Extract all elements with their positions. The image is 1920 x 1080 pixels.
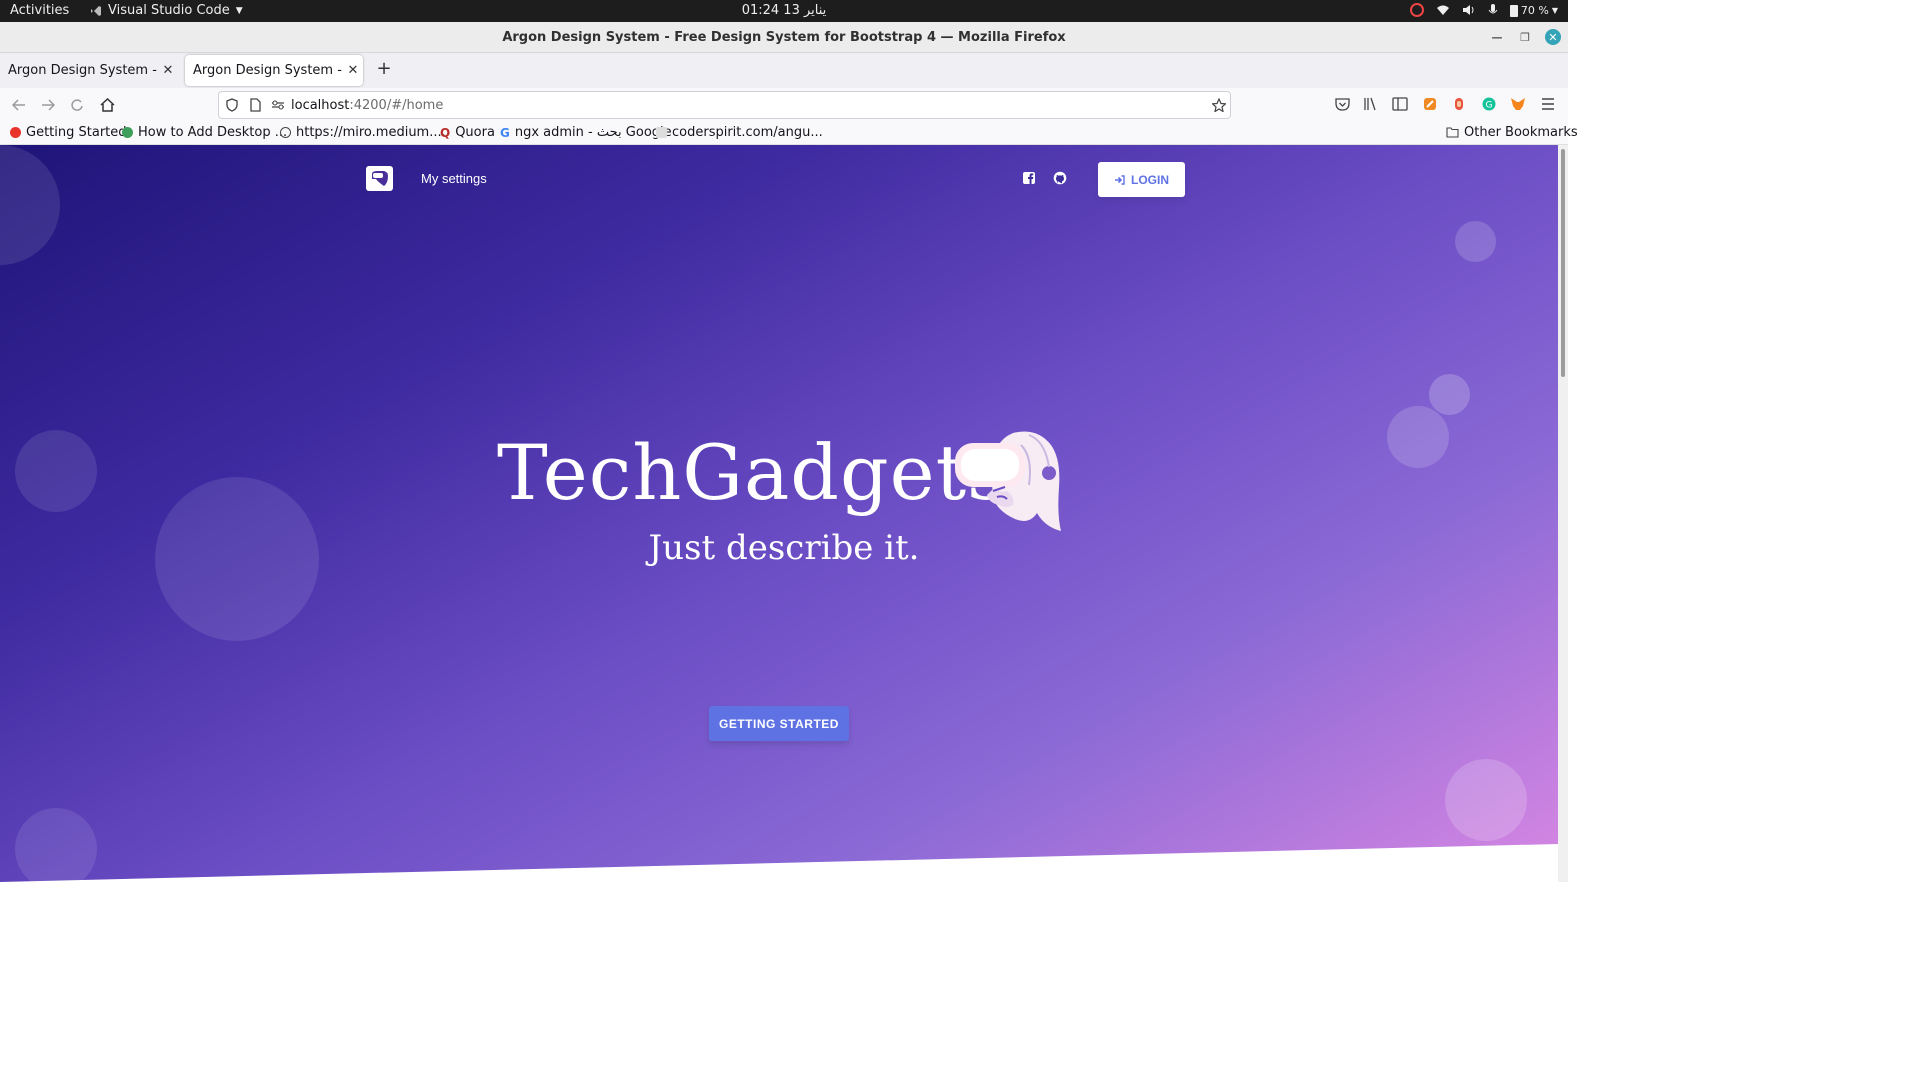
sidebar-icon[interactable]: [1391, 95, 1409, 113]
vr-mascot-logo-icon: [372, 171, 388, 186]
extension-red-icon[interactable]: [1450, 95, 1468, 113]
new-tab-icon[interactable]: +: [375, 58, 393, 82]
page-scrollbar[interactable]: [1558, 145, 1568, 882]
scrollbar-thumb[interactable]: [1561, 149, 1565, 377]
svg-text:G: G: [1486, 101, 1493, 111]
firefox-icon: [10, 127, 21, 138]
clock[interactable]: 01:24 13 يناير: [0, 3, 1568, 18]
grammarly-icon[interactable]: G: [1480, 95, 1498, 113]
extension-orange-icon[interactable]: [1421, 95, 1439, 113]
microphone-icon: [1488, 3, 1498, 13]
url-text[interactable]: localhost:4200/#/home: [291, 98, 443, 113]
decorative-circle: [1455, 221, 1496, 262]
back-icon[interactable]: [8, 94, 30, 116]
hero-tagline: Just describe it.: [648, 528, 920, 568]
decorative-circle: [15, 808, 97, 882]
tab-argon-2[interactable]: Argon Design System - Free D ✕: [185, 55, 363, 86]
google-icon: G: [500, 125, 510, 140]
permissions-icon[interactable]: [271, 98, 285, 112]
vr-headset-mascot-icon: [955, 431, 1061, 531]
system-tray[interactable]: 70 % ▼: [1409, 3, 1558, 17]
site-favicon-icon: [122, 127, 133, 138]
navigation-toolbar: localhost:4200/#/home G: [0, 88, 1568, 122]
tab-argon-1[interactable]: Argon Design System - Free D ✕: [0, 55, 178, 86]
bookmark-getting-started[interactable]: Getting Started: [10, 125, 127, 140]
bookmark-quora[interactable]: Q Quora: [440, 125, 495, 140]
decorative-circle: [1445, 759, 1527, 841]
wifi-icon: [1436, 5, 1449, 15]
sign-in-icon: [1115, 174, 1125, 185]
site-favicon-icon: [656, 127, 667, 138]
bookmark-how-to-add-desktop[interactable]: How to Add Desktop ...: [122, 125, 287, 140]
tab-label: Argon Design System - Free D: [193, 63, 343, 78]
window-title-bar: Argon Design System - Free Design System…: [0, 22, 1568, 53]
close-tab-icon[interactable]: ✕: [158, 63, 178, 78]
pocket-icon[interactable]: [1333, 95, 1351, 113]
bookmarks-toolbar: Getting Started How to Add Desktop ... h…: [0, 122, 1578, 145]
restore-icon[interactable]: ❐: [1517, 29, 1533, 45]
decorative-circle: [0, 145, 60, 265]
close-tab-icon[interactable]: ✕: [343, 63, 363, 78]
decorative-circle: [1387, 406, 1449, 468]
bookmark-ngx-admin[interactable]: G ngx admin - بحث Google: [500, 125, 672, 140]
decorative-circle: [15, 430, 97, 512]
bookmark-coderspirit[interactable]: coderspirit.com/angu...: [656, 125, 823, 140]
shield-icon[interactable]: [225, 98, 239, 112]
battery-level: 70 %: [1520, 3, 1549, 17]
page-icon[interactable]: [248, 98, 262, 112]
nav-my-settings[interactable]: My settings: [421, 171, 487, 186]
metamask-icon[interactable]: [1509, 95, 1527, 113]
decorative-circle: [1429, 374, 1470, 415]
getting-started-button[interactable]: GETTING STARTED: [709, 706, 849, 741]
library-icon[interactable]: [1362, 95, 1380, 113]
login-button[interactable]: LOGIN: [1098, 162, 1185, 197]
quora-icon: Q: [440, 125, 451, 140]
facebook-icon[interactable]: [1022, 171, 1036, 185]
bookmark-miro-medium[interactable]: https://miro.medium....: [280, 125, 446, 140]
address-bar[interactable]: localhost:4200/#/home: [218, 91, 1231, 119]
page-hero: My settings LOGIN TechGadgets Just descr…: [0, 145, 1558, 882]
bookmark-star-icon[interactable]: [1212, 98, 1226, 112]
window-title: Argon Design System - Free Design System…: [502, 30, 1066, 45]
tab-strip: Argon Design System - Free D ✕ Argon Des…: [0, 53, 1568, 88]
chevron-down-icon: ▼: [1551, 5, 1558, 15]
section-divider: [0, 844, 1558, 882]
minimize-icon[interactable]: —: [1489, 29, 1505, 45]
reload-icon[interactable]: [66, 94, 88, 116]
brand-title: TechGadgets: [497, 428, 1008, 517]
folder-icon: [1446, 127, 1459, 138]
battery-icon: [1509, 4, 1518, 17]
globe-icon: [280, 127, 291, 138]
system-top-bar: Activities Visual Studio Code ▼ 01:24 13…: [0, 0, 1568, 22]
sync-icon: [1409, 3, 1424, 17]
forward-icon[interactable]: [37, 94, 59, 116]
site-logo[interactable]: [366, 166, 393, 191]
other-bookmarks[interactable]: Other Bookmarks: [1446, 125, 1578, 140]
github-icon[interactable]: [1053, 171, 1067, 185]
close-window-icon[interactable]: ✕: [1545, 29, 1561, 45]
menu-icon[interactable]: [1539, 95, 1557, 113]
home-icon[interactable]: [96, 94, 118, 116]
login-label: LOGIN: [1131, 172, 1169, 187]
volume-icon: [1462, 5, 1474, 15]
tab-label: Argon Design System - Free D: [8, 63, 158, 78]
